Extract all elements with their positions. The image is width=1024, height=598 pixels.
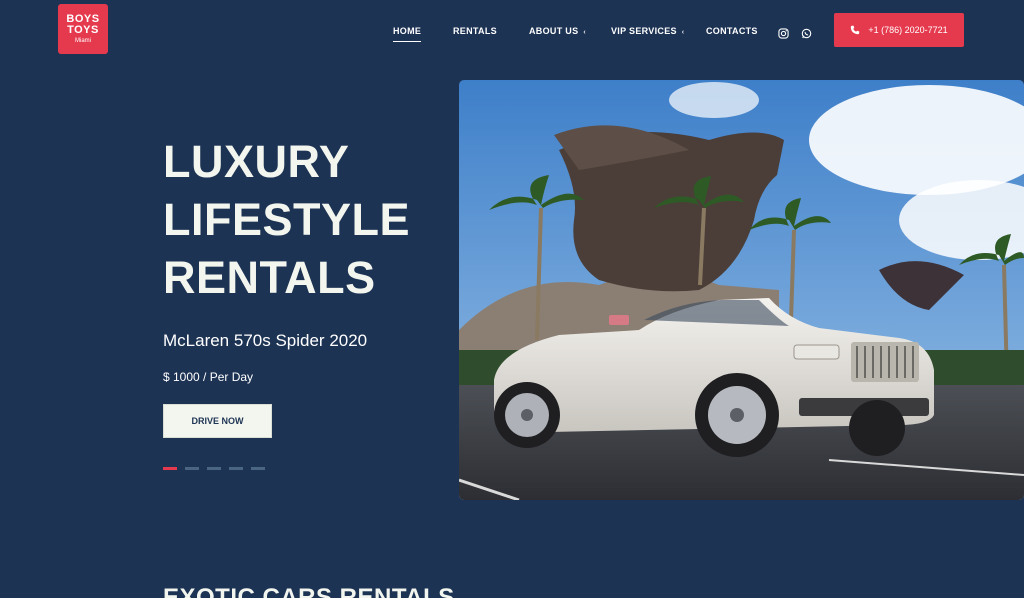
chevron-down-icon: ‹ xyxy=(681,29,685,36)
phone-call-button[interactable]: +1 (786) 2020-7721 xyxy=(834,13,964,47)
car-price: $ 1000 / Per Day xyxy=(163,370,254,384)
drive-now-button[interactable]: DRIVE NOW xyxy=(163,404,272,438)
hero-title-line-3: RENTALS xyxy=(163,252,376,303)
hero-car-illustration xyxy=(459,80,1024,500)
slide-dot[interactable] xyxy=(251,467,265,470)
phone-icon xyxy=(851,25,860,35)
hero-car-image xyxy=(459,80,1024,500)
nav-contacts[interactable]: CONTACTS xyxy=(706,26,758,36)
nav-vip-services-label: VIP SERVICES xyxy=(611,26,677,36)
slide-dot[interactable] xyxy=(229,467,243,470)
hero-title-line-2: LIFESTYLE xyxy=(163,194,411,245)
nav-about-us[interactable]: ABOUT US ‹ xyxy=(529,26,586,36)
logo-line-2: TOYS xyxy=(67,24,99,36)
nav-about-us-label: ABOUT US xyxy=(529,26,579,36)
nav-home[interactable]: HOME xyxy=(393,26,422,42)
slide-dot[interactable] xyxy=(163,467,177,470)
nav-vip-services[interactable]: VIP SERVICES ‹ xyxy=(611,26,684,36)
section-title: EXOTIC CARS RENTALS xyxy=(163,584,455,598)
nav-rentals[interactable]: RENTALS xyxy=(453,26,497,36)
slide-dot[interactable] xyxy=(207,467,221,470)
instagram-icon[interactable] xyxy=(778,26,789,39)
phone-number: +1 (786) 2020-7721 xyxy=(868,25,948,35)
slide-dot[interactable] xyxy=(185,467,199,470)
whatsapp-icon[interactable] xyxy=(801,26,812,39)
hero-title-line-1: LUXURY xyxy=(163,136,350,187)
logo-line-3: Miami xyxy=(75,38,91,44)
brand-logo[interactable]: BOYS TOYS Miami xyxy=(58,4,108,54)
hero-title: LUXURY LIFESTYLE RENTALS xyxy=(163,133,410,307)
slider-pagination xyxy=(163,467,265,470)
car-name: McLaren 570s Spider 2020 xyxy=(163,331,368,350)
chevron-down-icon: ‹ xyxy=(583,29,587,36)
